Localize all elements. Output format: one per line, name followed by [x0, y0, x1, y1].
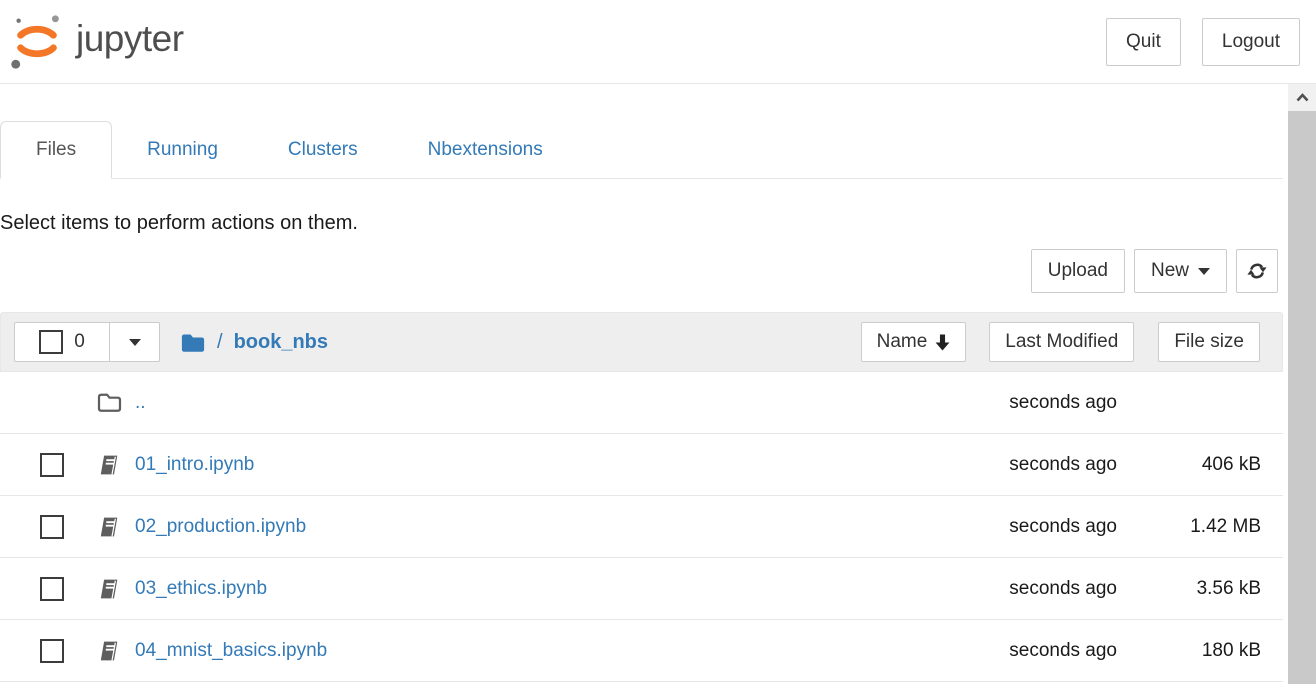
- table-row-notebook: 01_intro.ipynb seconds ago 406 kB: [0, 434, 1283, 496]
- sort-name-button[interactable]: Name: [861, 322, 967, 362]
- notebook-link[interactable]: 01_intro.ipynb: [135, 454, 927, 476]
- select-dropdown-button[interactable]: [110, 323, 159, 361]
- row-checkbox[interactable]: [40, 639, 64, 663]
- tab-clusters[interactable]: Clusters: [253, 122, 393, 178]
- notebook-icon: [97, 578, 122, 600]
- select-items-notice: Select items to perform actions on them.: [0, 212, 1283, 235]
- refresh-button[interactable]: [1236, 249, 1278, 293]
- scrollbar-up-button[interactable]: [1288, 84, 1316, 111]
- folder-outline-icon: [97, 392, 122, 413]
- sort-modified-button[interactable]: Last Modified: [989, 322, 1134, 362]
- chevron-up-icon: [1295, 92, 1310, 103]
- row-size: 3.56 kB: [1117, 578, 1261, 600]
- logo-text: jupyter: [76, 18, 184, 60]
- selected-count: 0: [74, 331, 85, 353]
- app-header: jupyter Quit Logout: [0, 0, 1316, 84]
- upload-button-label: Upload: [1048, 260, 1108, 282]
- quit-button[interactable]: Quit: [1106, 18, 1181, 66]
- breadcrumb-current-folder: book_nbs: [234, 331, 328, 354]
- folder-icon: [180, 332, 206, 353]
- new-dropdown-button[interactable]: New: [1134, 249, 1227, 293]
- select-all-button[interactable]: 0: [15, 323, 110, 361]
- sort-size-button[interactable]: File size: [1158, 322, 1260, 362]
- upload-button[interactable]: Upload: [1031, 249, 1125, 293]
- breadcrumb: / book_nbs: [180, 331, 328, 354]
- row-size: 406 kB: [1117, 454, 1261, 476]
- jupyter-logo-icon: [8, 12, 66, 72]
- tab-nbextensions[interactable]: Nbextensions: [393, 122, 578, 178]
- tab-bar: Files Running Clusters Nbextensions: [0, 122, 1283, 179]
- breadcrumb-separator: /: [217, 331, 223, 354]
- table-row-parent-folder: .. seconds ago: [0, 372, 1283, 434]
- tab-running[interactable]: Running: [112, 122, 253, 178]
- notebook-list: 0 / book_nbs Name: [0, 312, 1283, 682]
- vertical-scrollbar[interactable]: [1288, 84, 1316, 684]
- row-modified: seconds ago: [927, 392, 1117, 414]
- row-size: 1.42 MB: [1117, 516, 1261, 538]
- notebook-link[interactable]: 03_ethics.ipynb: [135, 578, 927, 600]
- notebook-link[interactable]: 02_production.ipynb: [135, 516, 927, 538]
- arrow-down-icon: [935, 334, 950, 351]
- row-checkbox[interactable]: [40, 453, 64, 477]
- row-modified: seconds ago: [927, 454, 1117, 476]
- table-row-notebook: 02_production.ipynb seconds ago 1.42 MB: [0, 496, 1283, 558]
- sort-size-label: File size: [1174, 331, 1244, 353]
- notebook-icon: [97, 640, 122, 662]
- row-modified: seconds ago: [927, 640, 1117, 662]
- row-checkbox[interactable]: [40, 515, 64, 539]
- select-all-checkbox[interactable]: [39, 330, 63, 354]
- row-modified: seconds ago: [927, 516, 1117, 538]
- table-row-notebook: 03_ethics.ipynb seconds ago 3.56 kB: [0, 558, 1283, 620]
- sort-name-label: Name: [877, 331, 928, 353]
- scrollbar-thumb[interactable]: [1288, 111, 1316, 684]
- caret-down-icon: [129, 339, 141, 346]
- new-button-label: New: [1151, 260, 1189, 282]
- tab-files[interactable]: Files: [0, 121, 112, 179]
- row-size: 180 kB: [1117, 640, 1261, 662]
- notebook-icon: [97, 454, 122, 476]
- notebook-link[interactable]: 04_mnist_basics.ipynb: [135, 640, 927, 662]
- parent-folder-link[interactable]: ..: [135, 392, 927, 414]
- jupyter-logo[interactable]: jupyter: [8, 12, 184, 72]
- row-checkbox[interactable]: [40, 577, 64, 601]
- list-header: 0 / book_nbs Name: [0, 312, 1283, 372]
- refresh-icon: [1247, 261, 1267, 281]
- notebook-icon: [97, 516, 122, 538]
- row-modified: seconds ago: [927, 578, 1117, 600]
- select-all-group: 0: [14, 322, 160, 362]
- site-body: Files Running Clusters Nbextensions Sele…: [0, 122, 1316, 682]
- list-toolbar: Upload New: [0, 249, 1283, 293]
- table-row-notebook: 04_mnist_basics.ipynb seconds ago 180 kB: [0, 620, 1283, 682]
- logout-button[interactable]: Logout: [1202, 18, 1300, 66]
- caret-down-icon: [1198, 268, 1210, 275]
- sort-modified-label: Last Modified: [1005, 331, 1118, 353]
- breadcrumb-root-link[interactable]: /: [180, 331, 223, 354]
